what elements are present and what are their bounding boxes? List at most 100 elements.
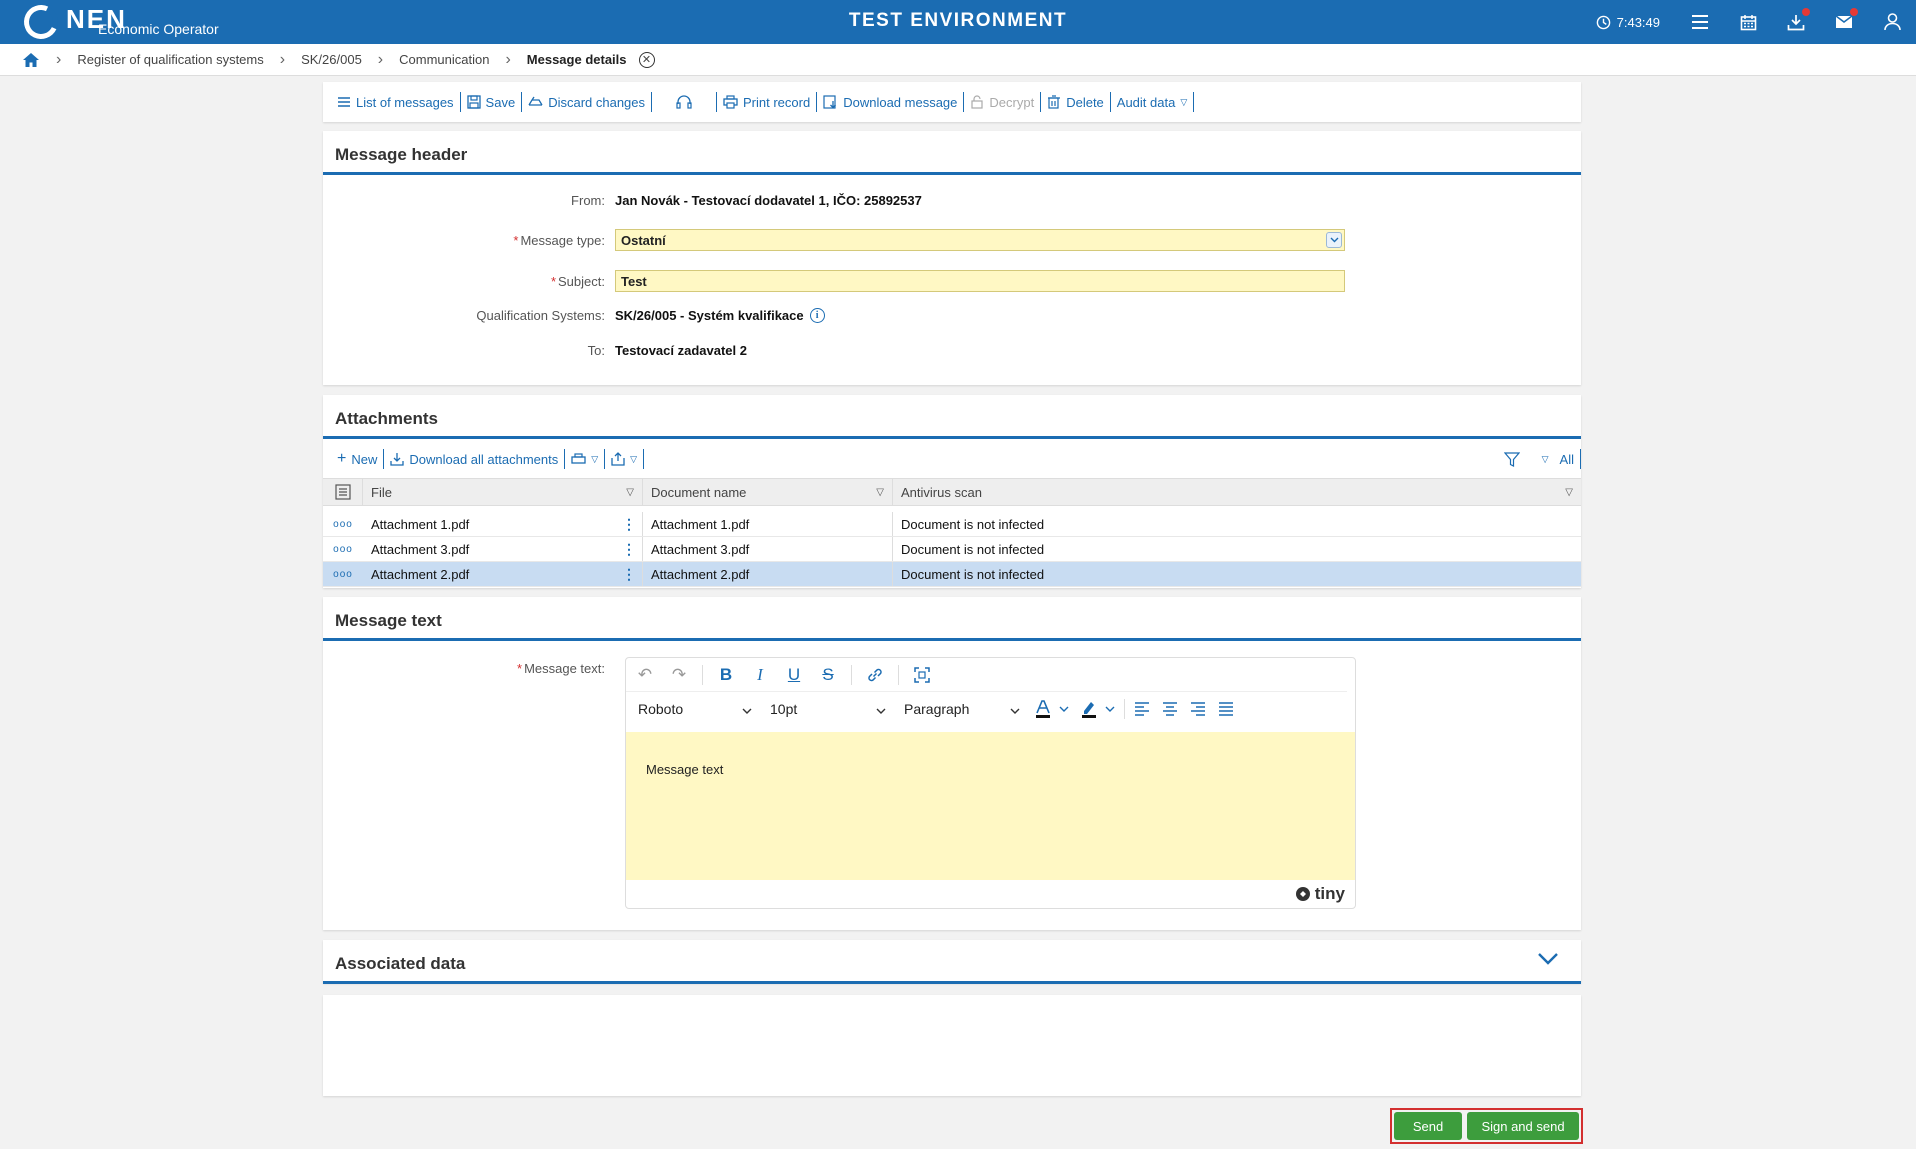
triangle-down-icon[interactable]: ▽ (876, 487, 884, 498)
justify-icon[interactable] (1215, 698, 1237, 720)
sign-and-send-button[interactable]: Sign and send (1467, 1112, 1579, 1140)
triangle-down-icon: ▽ (591, 453, 599, 464)
text-color-icon[interactable] (1032, 698, 1072, 720)
attachments-toolbar: + New Download all attachments ▽ ▽ ▽ All (323, 445, 1581, 473)
qualification-systems-label: Qualification Systems: (476, 308, 605, 323)
send-button[interactable]: Send (1394, 1112, 1462, 1140)
triangle-down-icon[interactable]: ▽ (1565, 487, 1573, 498)
align-left-icon[interactable] (1131, 698, 1153, 720)
clock-icon (1596, 15, 1610, 29)
download-tray-icon[interactable] (1772, 0, 1820, 44)
new-attachment-button[interactable]: + New (331, 449, 385, 469)
download-message-button[interactable]: Download message (817, 92, 965, 112)
required-marker: * (550, 273, 557, 289)
undo-icon[interactable]: ↶ (634, 664, 656, 686)
message-text-label: Message text: (524, 661, 605, 676)
row-actions-icon[interactable]: ooo (333, 519, 353, 530)
editor-footer: tiny (626, 880, 1355, 908)
message-header-panel: Message header From: Jan Novák - Testova… (323, 131, 1581, 385)
user-icon[interactable] (1868, 0, 1916, 44)
editor-toolbar-row-2: Roboto 10pt Paragraph (626, 692, 1355, 726)
chevron-right-icon: › (56, 50, 62, 68)
kebab-menu-icon[interactable]: ⋮ (622, 541, 636, 558)
table-row-selected[interactable]: ooo Attachment 2.pdf ⋮ Attachment 2.pdf D… (323, 562, 1581, 587)
redo-icon[interactable]: ↷ (668, 664, 690, 686)
print-icon (723, 95, 738, 109)
font-family-select[interactable]: Roboto (632, 696, 758, 722)
filter-icon (1503, 451, 1520, 467)
required-marker: * (517, 661, 523, 676)
close-icon[interactable]: ✕ (638, 51, 655, 68)
kebab-menu-icon[interactable]: ⋮ (622, 516, 636, 533)
menu-icon[interactable] (1676, 0, 1724, 44)
list-of-messages-button[interactable]: List of messages (331, 92, 461, 112)
discard-changes-button[interactable]: Discard changes (522, 92, 653, 112)
chevron-right-icon: › (377, 50, 384, 68)
align-right-icon[interactable] (1187, 698, 1209, 720)
column-header-document-name[interactable]: Document name ▽ (643, 479, 893, 505)
breadcrumb-item-system[interactable]: SK/26/005 (301, 52, 362, 67)
subject-input[interactable]: Test (615, 270, 1345, 292)
attachments-grid-header: File ▽ Document name ▽ Antivirus scan ▽ (323, 478, 1581, 506)
filter-button[interactable] (1498, 449, 1536, 469)
export-dropdown[interactable]: ▽ (605, 449, 645, 469)
highlight-color-icon[interactable] (1078, 698, 1118, 720)
table-row[interactable]: ooo Attachment 1.pdf ⋮ Attachment 1.pdf D… (323, 512, 1581, 537)
associated-data-panel[interactable]: Associated data (323, 940, 1581, 984)
filter-all-dropdown[interactable]: ▽ All (1536, 449, 1581, 469)
triangle-down-icon[interactable]: ▽ (626, 487, 634, 498)
section-title: Message header (323, 131, 1581, 175)
link-icon[interactable] (864, 664, 886, 686)
row-actions-icon[interactable]: ooo (333, 544, 353, 555)
save-button[interactable]: Save (461, 92, 523, 112)
chevron-down-icon[interactable] (1537, 952, 1559, 968)
underline-icon[interactable]: U (783, 664, 805, 686)
italic-icon[interactable]: I (749, 664, 771, 686)
decrypt-button[interactable]: Decrypt (964, 92, 1042, 112)
rich-text-editor: ↶ ↷ B I U S Roboto 10pt Paragraph Messag… (625, 657, 1356, 909)
tiny-logo-icon (1295, 887, 1310, 901)
to-label: To: (587, 343, 605, 358)
delete-button[interactable]: Delete (1041, 92, 1111, 112)
notification-dot-icon (1802, 8, 1810, 16)
session-clock: 7:43:49 (1596, 15, 1660, 30)
bold-icon[interactable]: B (715, 664, 737, 686)
print-icon (571, 452, 586, 464)
font-size-select[interactable]: 10pt (764, 696, 892, 722)
message-type-row: * Message type: Ostatní (323, 229, 1581, 251)
breadcrumb: › Register of qualification systems › SK… (0, 44, 1916, 76)
chevron-down-icon (1010, 701, 1020, 717)
table-row[interactable]: ooo Attachment 3.pdf ⋮ Attachment 3.pdf D… (323, 537, 1581, 562)
section-title: Associated data (323, 940, 1581, 984)
row-actions-icon[interactable]: ooo (333, 569, 353, 580)
message-type-select[interactable]: Ostatní (615, 229, 1345, 251)
calendar-icon[interactable] (1724, 0, 1772, 44)
info-icon[interactable]: i (809, 308, 825, 323)
download-all-button[interactable]: Download all attachments (384, 449, 566, 469)
column-header-file[interactable]: File ▽ (363, 479, 643, 505)
kebab-menu-icon[interactable]: ⋮ (622, 566, 636, 583)
message-text-area[interactable]: Message text (626, 732, 1355, 880)
chevron-down-icon[interactable] (1326, 232, 1342, 248)
triangle-down-icon: ▽ (630, 453, 638, 464)
fullscreen-icon[interactable] (911, 664, 933, 686)
breadcrumb-item-communication[interactable]: Communication (399, 52, 489, 67)
chevron-right-icon: › (279, 50, 286, 68)
notification-dot-icon (1850, 8, 1858, 16)
audit-data-dropdown[interactable]: Audit data ▽ (1111, 92, 1195, 112)
column-settings-icon[interactable] (323, 479, 363, 505)
triangle-down-icon: ▽ (1180, 96, 1188, 107)
print-dropdown[interactable]: ▽ (565, 449, 606, 469)
block-format-select[interactable]: Paragraph (898, 696, 1026, 722)
column-header-antivirus[interactable]: Antivirus scan ▽ (893, 479, 1581, 505)
align-center-icon[interactable] (1159, 698, 1181, 720)
message-type-label: Message type: (520, 232, 605, 248)
breadcrumb-item-register[interactable]: Register of qualification systems (77, 52, 263, 67)
strikethrough-icon[interactable]: S (817, 664, 839, 686)
headset-button[interactable] (652, 92, 718, 112)
mail-icon[interactable] (1820, 0, 1868, 44)
print-record-button[interactable]: Print record (717, 92, 818, 112)
export-icon (611, 452, 625, 466)
home-icon[interactable] (22, 52, 40, 68)
associated-data-body (323, 995, 1581, 1096)
